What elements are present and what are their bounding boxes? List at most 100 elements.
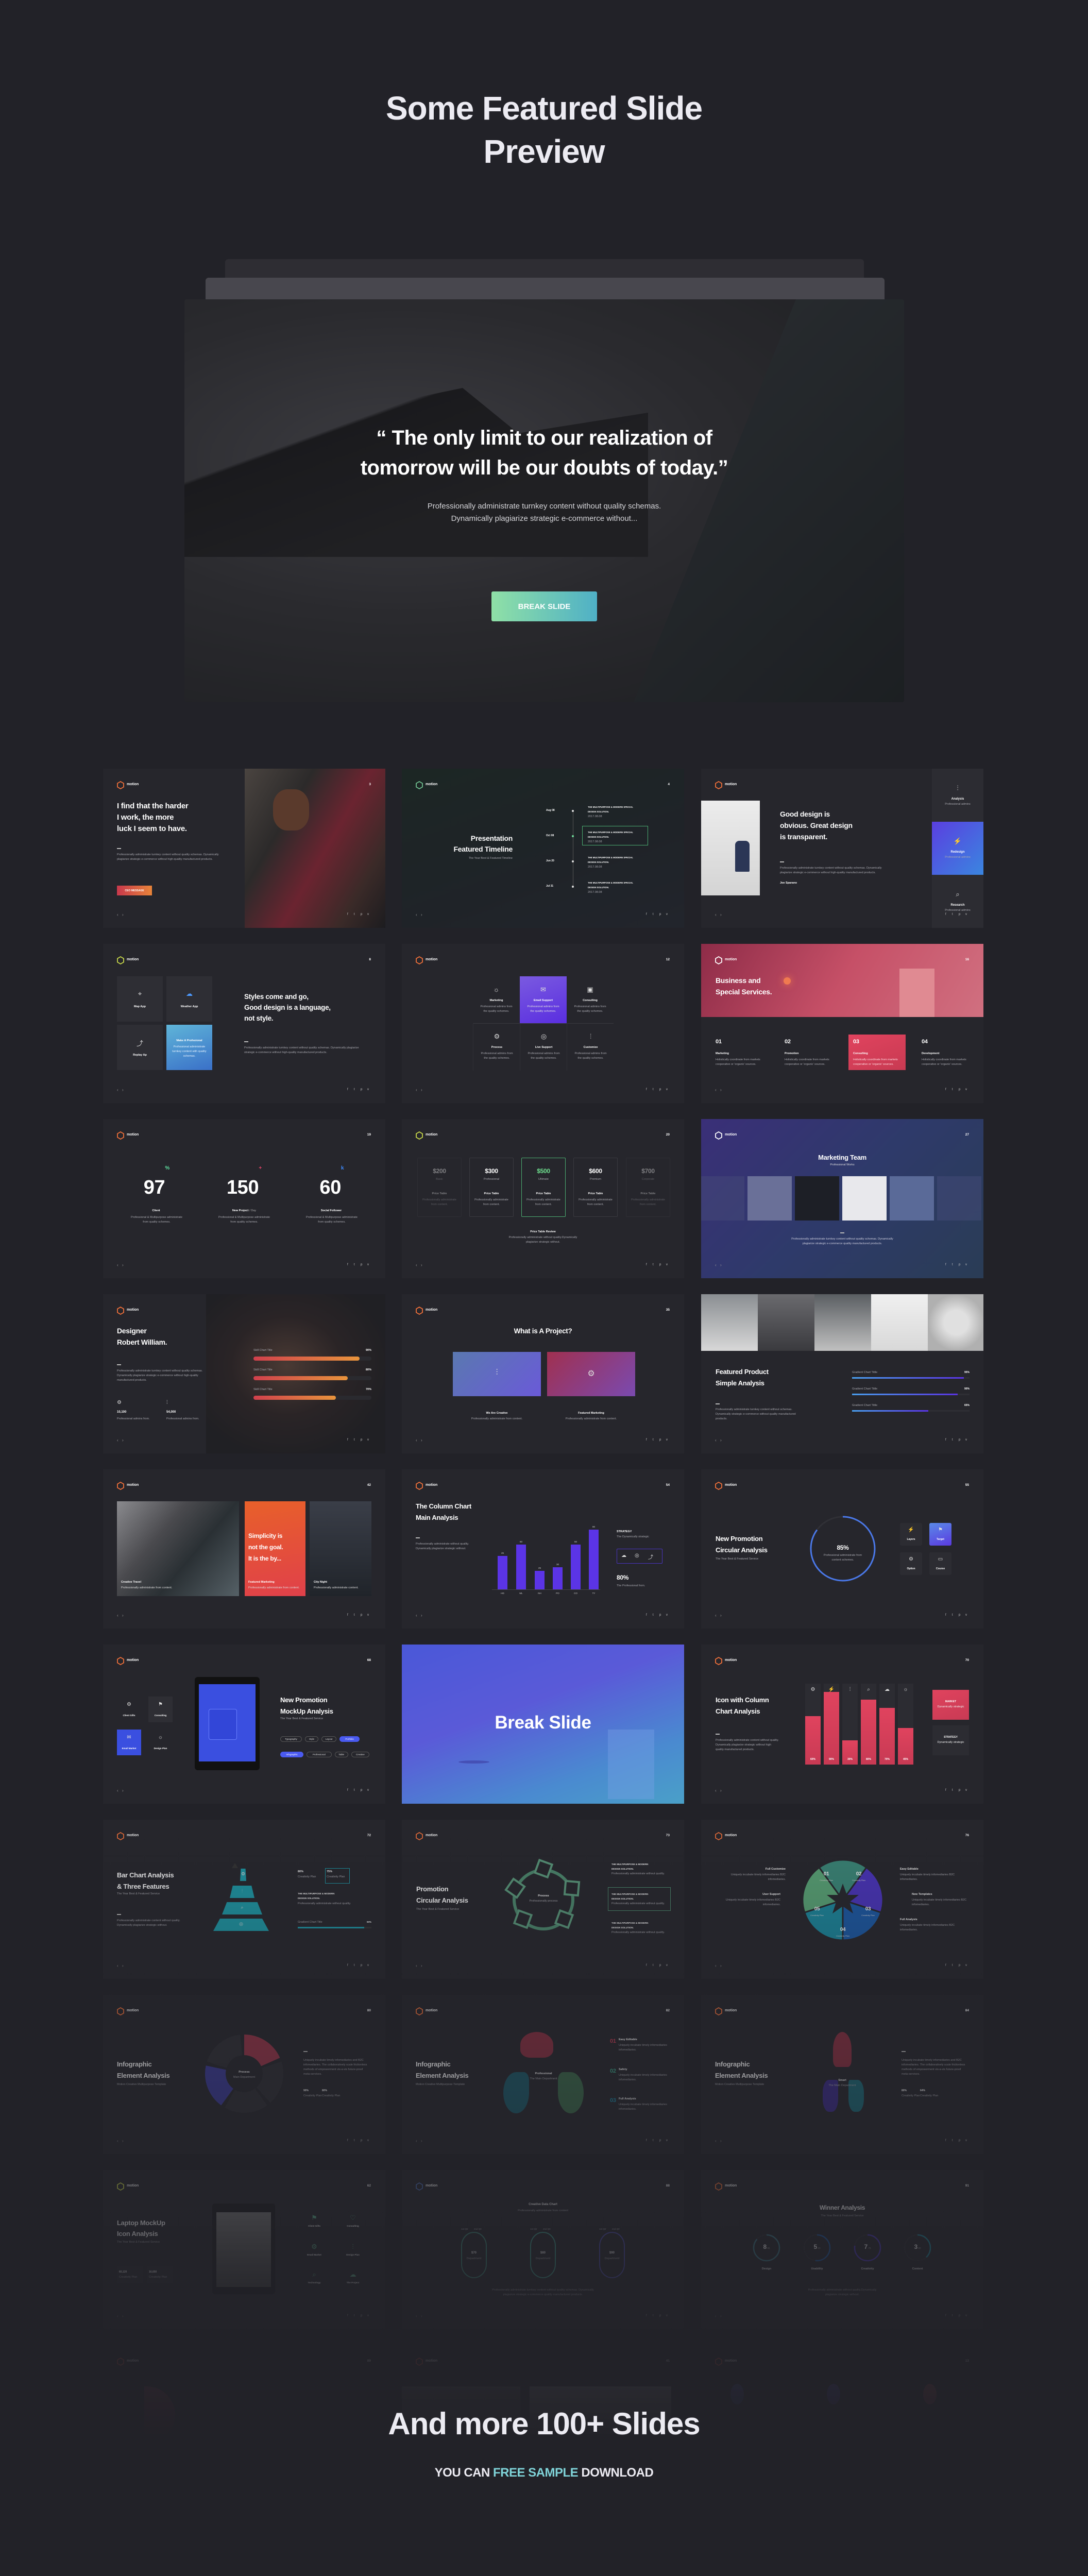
facebook-icon[interactable]: f [347,1964,348,1967]
vimeo-icon[interactable]: v [666,2489,668,2493]
vimeo-icon[interactable]: v [666,913,668,916]
twitter-icon[interactable]: t [653,2489,654,2493]
slide-thumbnail-stats[interactable]: 97% Client Professional & Multipurpose adm… [103,1119,385,1278]
tag-chip[interactable]: Portfolio [339,1736,360,1742]
twitter-icon[interactable]: t [952,1438,953,1442]
twitter-icon[interactable]: t [354,1964,355,1967]
icon-tile[interactable]: ⚙ Client Gifts [117,1697,141,1722]
app-tile[interactable]: ☁ Weather App [166,976,212,1022]
next-arrow-icon[interactable]: › [720,2314,722,2318]
next-arrow-icon[interactable]: › [720,2489,722,2494]
slide-thumbnail-circular[interactable]: New Promotion Circular Analysis The Year B… [701,1469,983,1629]
twitter-icon[interactable]: t [653,1088,654,1091]
service-cell-2[interactable]: ▣ Consulting Professional admins from the q… [567,976,614,1024]
prev-arrow-icon[interactable]: ‹ [416,2489,417,2494]
slide-thumbnail-pyramid[interactable]: Bar Chart Analysis & Three Features The Ye… [103,1820,385,1979]
slide-thumbnail-star[interactable]: 01 Creativity Plan 02 Creativity Plan 03 Crea… [701,1820,983,1979]
next-arrow-icon[interactable]: › [122,2139,124,2143]
slide-thumbnail-datachart[interactable]: Creative Data Chart Professionally admini… [402,2170,684,2329]
tile-target[interactable]: ⚑ Target [929,1523,951,1546]
slide-thumbnail-project[interactable]: What is A Project? ⫶ ⚙ We Are Creative Profe… [402,1294,684,1453]
twitter-icon[interactable]: t [952,1088,953,1091]
next-arrow-icon[interactable]: › [122,1438,124,1443]
prev-arrow-icon[interactable]: ‹ [715,2314,717,2318]
twitter-icon[interactable]: t [952,2314,953,2317]
app-tile[interactable]: ⌖ Map App [117,976,163,1022]
prev-arrow-icon[interactable]: ‹ [117,1263,118,1267]
pinterest-icon[interactable]: p [959,2314,960,2317]
twitter-icon[interactable]: t [653,1263,654,1266]
project-image[interactable]: ⫶ [453,1352,541,1396]
price-card-2[interactable]: $500 Ultimate Price Table Professionally ad… [521,1158,566,1217]
vimeo-icon[interactable]: v [965,913,967,916]
pinterest-icon[interactable]: p [659,1614,661,1617]
next-arrow-icon[interactable]: › [421,2139,422,2143]
facebook-icon[interactable]: f [646,913,647,916]
slide-thumbnail-mockup[interactable]: New Promotion MockUp Analysis The Year Bes… [103,1645,385,1804]
slide-thumbnail-break[interactable]: Break Slide [402,1645,684,1804]
twitter-icon[interactable]: t [952,1614,953,1617]
slide-thumbnail-simplicity[interactable]: Simplicity is not the goal. It is the by..… [103,1469,385,1629]
twitter-icon[interactable]: t [354,1438,355,1442]
pinterest-icon[interactable]: p [361,1263,362,1266]
pinterest-icon[interactable]: p [361,1964,362,1967]
next-arrow-icon[interactable]: › [122,2314,124,2318]
vimeo-icon[interactable]: v [666,1438,668,1442]
pinterest-icon[interactable]: p [959,2489,960,2493]
facebook-icon[interactable]: f [945,1263,946,1266]
slide-thumbnail-product[interactable]: Featured Product Simple Analysis Professio… [701,1294,983,1453]
vimeo-icon[interactable]: v [367,1964,369,1967]
box-market[interactable]: MARKET Dynamically strategic [932,1690,969,1720]
service-cell-0[interactable]: ☼ Marketing Professional admins from the qu… [473,976,520,1024]
vimeo-icon[interactable]: v [666,1088,668,1091]
next-arrow-icon[interactable]: › [122,1613,124,1618]
tag-chip[interactable]: Infographic [280,1752,304,1757]
next-arrow-icon[interactable]: › [421,1963,422,1968]
prev-arrow-icon[interactable]: ‹ [117,1438,118,1443]
facebook-icon[interactable]: f [945,1789,946,1792]
feature-tile-analysis[interactable]: ⫶ Analysis Professional admins [932,769,983,822]
twitter-icon[interactable]: t [653,2314,654,2317]
vimeo-icon[interactable]: v [666,2139,668,2142]
twitter-icon[interactable]: t [952,1263,953,1266]
prev-arrow-icon[interactable]: ‹ [117,1613,118,1618]
icon-tile[interactable]: ⚑ Consulting [148,1697,173,1722]
vimeo-icon[interactable]: v [367,1438,369,1442]
facebook-icon[interactable]: f [347,2314,348,2317]
prev-arrow-icon[interactable]: ‹ [117,912,118,917]
twitter-icon[interactable]: t [653,1614,654,1617]
icon-tile[interactable]: ✉ Email Market [117,1730,141,1755]
box-strategy[interactable]: STRATEGY Dynamically strategic [932,1725,969,1755]
prev-arrow-icon[interactable]: ‹ [117,2139,118,2143]
vimeo-icon[interactable]: v [666,1964,668,1967]
slide-thumbnail-design[interactable]: Good design is obvious. Great design is tr… [701,769,983,928]
tag-chip[interactable]: Table [334,1752,348,1757]
next-arrow-icon[interactable]: › [421,1613,422,1618]
tile-layers[interactable]: ⚡ Layers [900,1523,922,1546]
break-slide-button[interactable]: BREAK SLIDE [491,591,597,621]
pinterest-icon[interactable]: p [659,2314,661,2317]
vimeo-icon[interactable]: v [367,1263,369,1266]
next-arrow-icon[interactable]: › [122,1088,124,1092]
tile-option[interactable]: ⚙ Option [900,1552,922,1575]
vimeo-icon[interactable]: v [666,1614,668,1617]
prev-arrow-icon[interactable]: ‹ [117,1963,118,1968]
facebook-icon[interactable]: f [646,1263,647,1266]
ceo-message-button[interactable]: CEO MESSAGE [117,886,152,895]
next-arrow-icon[interactable]: › [720,1263,722,1267]
prev-arrow-icon[interactable]: ‹ [416,1438,417,1443]
pinterest-icon[interactable]: p [959,1614,960,1617]
slide-thumbnail-column[interactable]: The Column Chart Main Analysis Professiona… [402,1469,684,1629]
pinterest-icon[interactable]: p [659,2139,661,2142]
pinterest-icon[interactable]: p [959,913,960,916]
facebook-icon[interactable]: f [347,913,348,916]
slide-thumbnail-services[interactable]: ☼ Marketing Professional admins from the qu… [402,944,684,1103]
vimeo-icon[interactable]: v [367,2314,369,2317]
next-arrow-icon[interactable]: › [720,1788,722,1793]
slide-thumbnail-timeline[interactable]: Presentation Featured Timeline The Year Be… [402,769,684,928]
prev-arrow-icon[interactable]: ‹ [416,1263,417,1267]
price-card-1[interactable]: $300 Professional Price Table Professionall… [469,1158,514,1217]
prev-arrow-icon[interactable]: ‹ [117,2489,118,2494]
pinterest-icon[interactable]: p [959,1964,960,1967]
next-arrow-icon[interactable]: › [421,1088,422,1092]
